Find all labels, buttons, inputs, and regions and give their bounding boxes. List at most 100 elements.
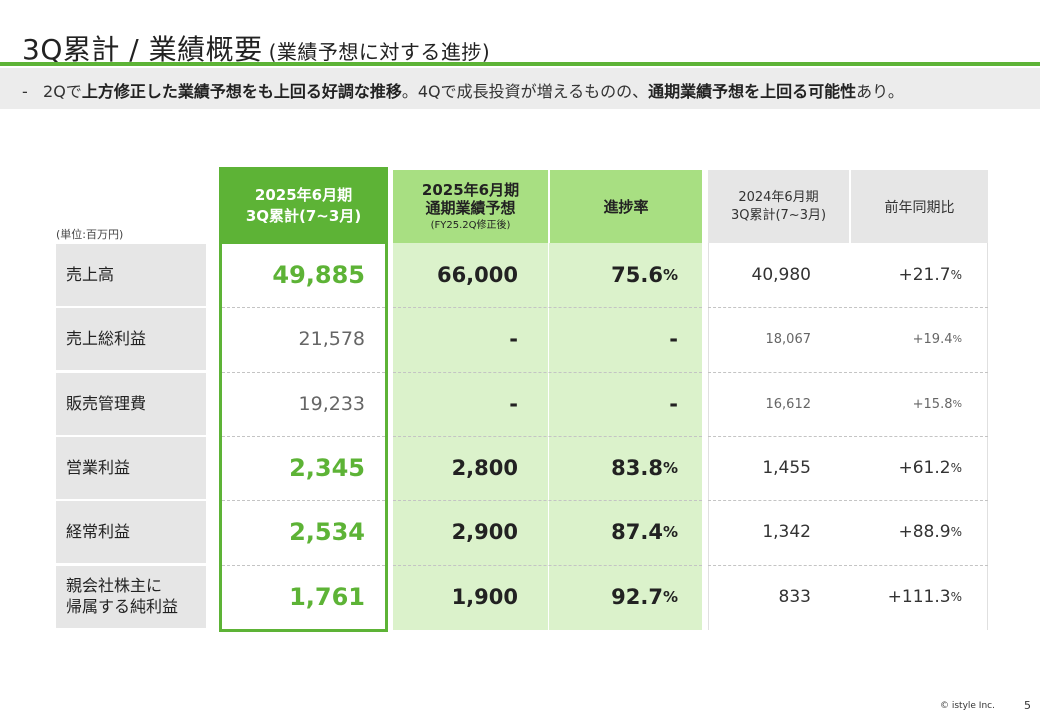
row-label-text: 親会社株主に 帰属する純利益: [66, 576, 178, 618]
percent-sign: %: [662, 266, 678, 284]
yoy-value: +21.7%: [851, 244, 988, 306]
summary-fragment: あり。: [856, 82, 904, 101]
header-current-line2: 3Q累計(7~3月): [245, 206, 362, 225]
header-progress-label: 進捗率: [603, 198, 649, 216]
yoy-value: +19.4%: [851, 308, 988, 370]
header-yoy: 前年同期比: [851, 170, 988, 243]
percent-sign: %: [662, 459, 678, 477]
prev-year-value-text: 1,455: [762, 458, 811, 478]
current-value: 21,578: [222, 308, 385, 370]
yoy-value-text: +15.8: [912, 396, 953, 412]
progress-value: 92.7%: [550, 566, 702, 628]
forecast-value-text: -: [509, 392, 518, 416]
progress-value-text: -: [669, 392, 678, 416]
row-label-line: 親会社株主に: [66, 576, 163, 596]
current-value-text: 2,345: [289, 454, 365, 482]
header-full-year-forecast: 2025年6月期 通期業績予想 (FY25.2Q修正後): [393, 170, 548, 243]
current-value-text: 49,885: [272, 261, 365, 289]
current-value: 2,534: [222, 501, 385, 563]
percent-sign: %: [952, 398, 962, 410]
forecast-value-text: -: [509, 327, 518, 351]
forecast-value: 2,800: [393, 437, 548, 499]
prev-year-value-text: 1,342: [762, 522, 811, 542]
row-label: 親会社株主に 帰属する純利益: [56, 566, 206, 628]
forecast-value: 66,000: [393, 244, 548, 306]
header-forecast-note: (FY25.2Q修正後): [430, 220, 511, 231]
prev-year-value: 16,612: [708, 373, 849, 435]
yoy-value: +61.2%: [851, 437, 988, 499]
progress-value: 87.4%: [550, 501, 702, 563]
summary-emphasis: 上方修正した業績予想をも上回る好調な推移: [81, 82, 402, 101]
percent-sign: %: [950, 268, 962, 282]
yoy-value-text: +61.2: [898, 458, 951, 478]
yoy-value-text: +21.7: [898, 265, 951, 285]
prev-year-value: 1,342: [708, 501, 849, 563]
summary-banner: - 2Qで上方修正した業績予想をも上回る好調な推移。4Qで成長投資が増えるものの…: [0, 68, 1040, 109]
row-label: 売上総利益: [56, 308, 206, 370]
row-label-text: 経常利益: [66, 522, 130, 543]
percent-sign: %: [662, 588, 678, 606]
row-label: 売上高: [56, 244, 206, 306]
progress-value: 83.8%: [550, 437, 702, 499]
progress-value-text: 83.8: [611, 456, 663, 480]
forecast-value: 2,900: [393, 501, 548, 563]
title-underline: [0, 62, 1040, 66]
prev-year-value: 833: [708, 566, 849, 628]
row-label-line: 営業利益: [66, 457, 131, 477]
current-value-text: 2,534: [289, 518, 365, 546]
progress-value-text: 92.7: [611, 585, 663, 609]
prev-year-value-text: 16,612: [765, 396, 812, 412]
current-value: 19,233: [222, 373, 385, 435]
summary-prefix: -: [22, 82, 28, 101]
forecast-value: -: [393, 373, 548, 435]
prev-year-value: 18,067: [708, 308, 849, 370]
header-prev-line1: 2024年6月期: [738, 189, 819, 205]
header-progress-rate: 進捗率: [550, 170, 702, 243]
prev-year-value: 1,455: [708, 437, 849, 499]
forecast-value: -: [393, 308, 548, 370]
header-prev-line2: 3Q累計(7~3月): [730, 207, 827, 223]
header-current-3q: 2025年6月期 3Q累計(7~3月): [219, 167, 388, 244]
forecast-value-text: 2,900: [451, 520, 518, 544]
percent-sign: %: [952, 333, 962, 345]
row-label-text: 売上高: [66, 265, 114, 286]
current-value: 1,761: [222, 566, 385, 628]
row-label-text: 営業利益: [66, 458, 130, 479]
progress-value: 75.6%: [550, 244, 702, 306]
header-forecast-line2: 通期業績予想: [425, 199, 516, 218]
header-prev-year-3q: 2024年6月期 3Q累計(7~3月): [708, 170, 849, 243]
progress-value-text: 75.6: [611, 263, 663, 287]
header-forecast-line1: 2025年6月期: [421, 180, 520, 199]
row-label: 販売管理費: [56, 373, 206, 435]
progress-value-text: -: [669, 327, 678, 351]
summary-emphasis: 通期業績予想を上回る可能性: [648, 82, 857, 101]
percent-sign: %: [950, 461, 962, 475]
forecast-value-text: 2,800: [451, 456, 518, 480]
page-title-sub: (業績予想に対する進捗): [268, 40, 491, 64]
forecast-value-text: 66,000: [436, 263, 518, 287]
row-label-line: 販売管理費: [66, 393, 147, 413]
row-label-line: 売上高: [66, 264, 115, 284]
prev-year-value: 40,980: [708, 244, 849, 306]
summary-text: - 2Qで上方修正した業績予想をも上回る好調な推移。4Qで成長投資が増えるものの…: [22, 78, 904, 102]
current-value-text: 21,578: [298, 328, 365, 350]
row-label-line: 経常利益: [66, 521, 131, 541]
row-label: 経常利益: [56, 501, 206, 563]
row-label-text: 販売管理費: [66, 394, 146, 415]
current-value: 2,345: [222, 437, 385, 499]
current-value-text: 19,233: [298, 393, 365, 415]
yoy-value-text: +88.9: [898, 522, 951, 542]
row-label: 営業利益: [56, 437, 206, 499]
progress-value-text: 87.4: [611, 520, 663, 544]
yoy-value-text: +19.4: [912, 331, 953, 347]
forecast-value: 1,900: [393, 566, 548, 628]
row-label-line: 帰属する純利益: [66, 597, 179, 616]
progress-value: -: [550, 373, 702, 435]
summary-fragment: 2Qで: [43, 82, 82, 101]
header-current-line1: 2025年6月期: [254, 186, 353, 205]
prev-year-value-text: 833: [778, 587, 811, 607]
page-number: 5: [1024, 699, 1031, 712]
percent-sign: %: [950, 525, 962, 539]
row-label-line: 売上総利益: [66, 328, 147, 348]
yoy-value: +15.8%: [851, 373, 988, 435]
